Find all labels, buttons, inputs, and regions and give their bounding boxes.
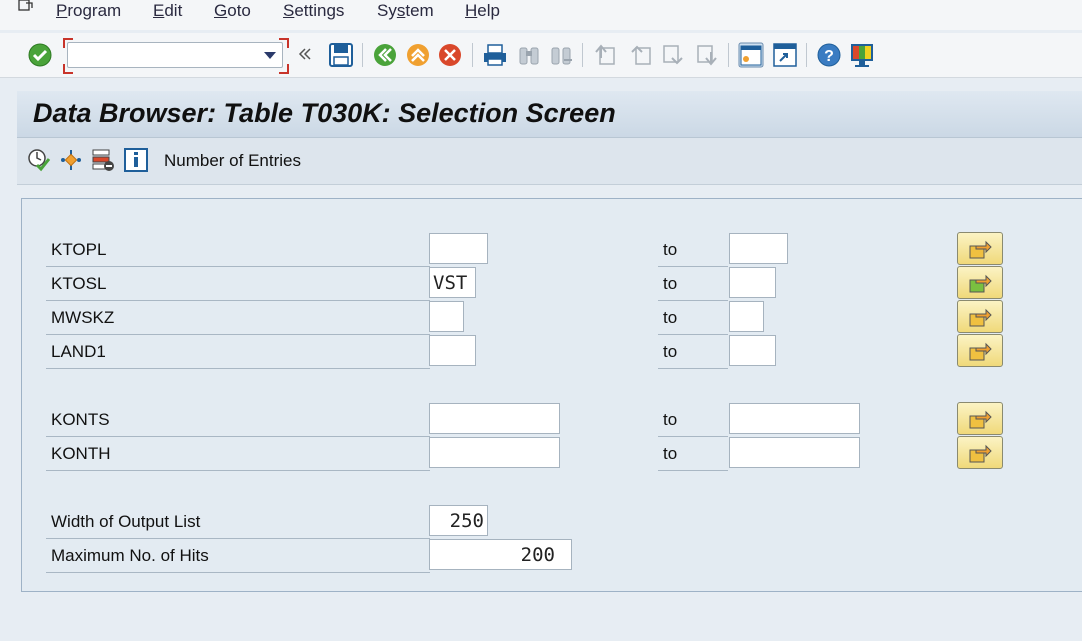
selection-options-icon[interactable] bbox=[59, 148, 83, 172]
find-icon[interactable] bbox=[516, 42, 542, 68]
cancel-icon[interactable] bbox=[437, 42, 463, 68]
multiple-selection-button[interactable] bbox=[957, 232, 1003, 265]
status-area bbox=[0, 600, 1082, 641]
next-page-icon[interactable] bbox=[660, 42, 686, 68]
konth-from-input[interactable] bbox=[429, 437, 560, 468]
ktosl-from-input[interactable] bbox=[429, 267, 476, 298]
field-label-ktopl: KTOPL bbox=[51, 240, 107, 259]
multiple-selection-icon bbox=[969, 444, 992, 463]
multiple-selection-icon bbox=[969, 240, 992, 259]
exit-icon[interactable] bbox=[405, 42, 431, 68]
menu-window-icon[interactable] bbox=[18, 0, 34, 12]
to-label: to bbox=[663, 308, 678, 327]
field-label-konts: KONTS bbox=[51, 410, 110, 429]
save-icon[interactable] bbox=[328, 42, 354, 68]
mwskz-to-input[interactable] bbox=[729, 301, 764, 332]
last-page-icon[interactable] bbox=[694, 42, 720, 68]
page-title: Data Browser: Table T030K: Selection Scr… bbox=[33, 98, 616, 128]
menu-edit[interactable]: Edit bbox=[153, 1, 182, 21]
multiple-selection-button[interactable] bbox=[957, 300, 1003, 333]
new-session-icon[interactable] bbox=[738, 42, 764, 68]
width-output-input[interactable] bbox=[429, 505, 488, 536]
konts-from-input[interactable] bbox=[429, 403, 560, 434]
width-output-label: Width of Output List bbox=[51, 512, 201, 531]
menu-help[interactable]: Help bbox=[465, 1, 500, 21]
multiple-selection-icon bbox=[969, 308, 992, 327]
multiple-selection-button[interactable] bbox=[957, 436, 1003, 469]
field-label-mwskz: MWSKZ bbox=[51, 308, 115, 327]
title-bar: Data Browser: Table T030K: Selection Scr… bbox=[17, 91, 1082, 138]
to-label: to bbox=[663, 342, 678, 361]
chevron-down-icon[interactable] bbox=[264, 52, 276, 60]
field-label-konth: KONTH bbox=[51, 444, 111, 463]
field-label-ktosl: KTOSL bbox=[51, 274, 107, 293]
svg-text:?: ? bbox=[824, 48, 834, 65]
konth-to-input[interactable] bbox=[729, 437, 860, 468]
multiple-selection-icon bbox=[969, 410, 992, 429]
konts-to-input[interactable] bbox=[729, 403, 860, 434]
command-field[interactable] bbox=[67, 42, 283, 68]
application-toolbar: Number of Entries bbox=[17, 138, 1082, 185]
help-icon[interactable]: ? bbox=[816, 42, 842, 68]
enter-icon[interactable] bbox=[27, 42, 53, 68]
previous-page-icon[interactable] bbox=[628, 42, 654, 68]
ktopl-from-input[interactable] bbox=[429, 233, 488, 264]
execute-icon[interactable] bbox=[27, 148, 51, 172]
max-hits-input[interactable] bbox=[429, 539, 572, 570]
to-label: to bbox=[663, 240, 678, 259]
mwskz-from-input[interactable] bbox=[429, 301, 464, 332]
shortcut-icon[interactable] bbox=[772, 42, 798, 68]
to-label: to bbox=[663, 444, 678, 463]
menu-program[interactable]: Program bbox=[56, 1, 121, 21]
multiple-selection-button[interactable] bbox=[957, 266, 1003, 299]
ktosl-to-input[interactable] bbox=[729, 267, 776, 298]
multiple-selection-button[interactable] bbox=[957, 402, 1003, 435]
multiple-selection-icon bbox=[969, 274, 992, 293]
menu-goto[interactable]: Goto bbox=[214, 1, 251, 21]
land1-from-input[interactable] bbox=[429, 335, 476, 366]
back-icon[interactable] bbox=[372, 42, 398, 68]
standard-toolbar: ? bbox=[0, 33, 1082, 78]
multiple-selection-button[interactable] bbox=[957, 334, 1003, 367]
multiple-selection-icon bbox=[969, 342, 992, 361]
ktopl-to-input[interactable] bbox=[729, 233, 788, 264]
info-icon[interactable] bbox=[124, 148, 148, 172]
land1-to-input[interactable] bbox=[729, 335, 776, 366]
first-page-icon[interactable] bbox=[592, 42, 618, 68]
print-icon[interactable] bbox=[482, 42, 508, 68]
menu-bar: Program Edit Goto Settings System Help bbox=[0, 0, 1082, 30]
command-field-wrapper bbox=[63, 38, 289, 74]
to-label: to bbox=[663, 410, 678, 429]
field-label-land1: LAND1 bbox=[51, 342, 106, 361]
menu-settings[interactable]: Settings bbox=[283, 1, 344, 21]
selection-panel: KTOPL to KTOSL to MWSKZ to LAND1 to KONT… bbox=[21, 198, 1082, 592]
collapse-icon[interactable] bbox=[297, 46, 313, 62]
to-label: to bbox=[663, 274, 678, 293]
max-hits-label: Maximum No. of Hits bbox=[51, 546, 209, 565]
menu-system[interactable]: System bbox=[377, 1, 434, 21]
find-next-icon[interactable] bbox=[548, 42, 574, 68]
number-of-entries-button[interactable]: Number of Entries bbox=[164, 151, 301, 171]
delete-selection-icon[interactable] bbox=[91, 148, 115, 172]
customize-layout-icon[interactable] bbox=[849, 42, 875, 68]
